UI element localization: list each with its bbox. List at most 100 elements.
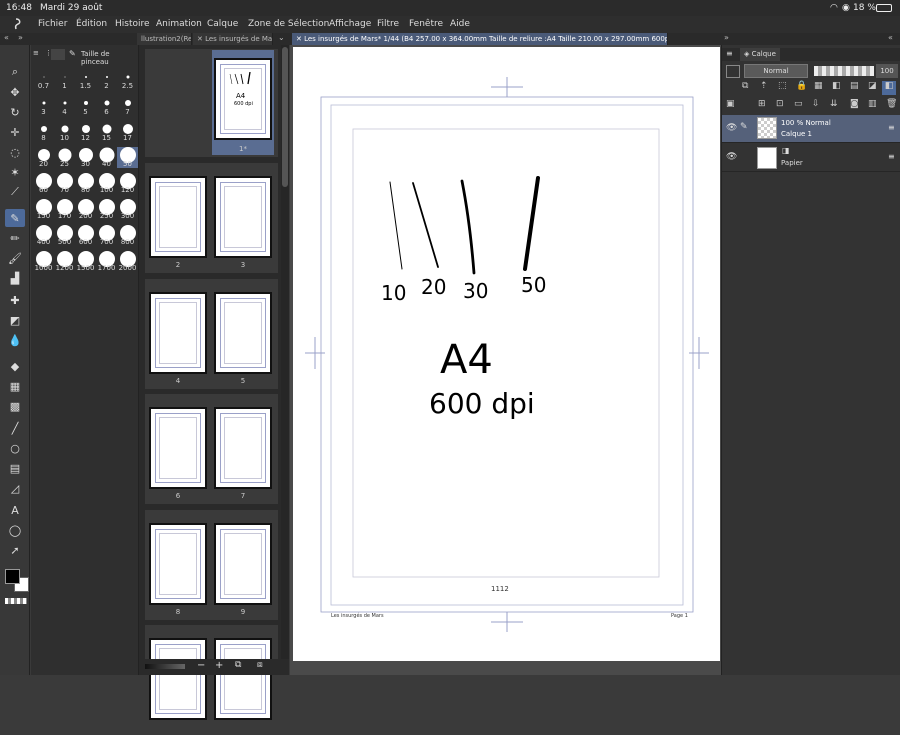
visibility-eye-icon[interactable]: 👁 (726, 123, 737, 133)
panel-menu-icon[interactable]: ≡ (33, 49, 39, 57)
combine-down-icon[interactable]: ⇊ (830, 99, 838, 109)
lock-icon[interactable]: 🔒 (796, 81, 807, 91)
page-thumb[interactable] (214, 176, 272, 258)
tab-illustration[interactable]: llustration2(Re (137, 33, 192, 45)
layer-row-calque1[interactable]: 👁 ✎ 100 % Normal Calque 1 ≡ (722, 115, 900, 143)
menu-selection[interactable]: Zone de Sélection (248, 19, 329, 29)
brush-size-option[interactable]: 400 (33, 225, 54, 246)
menu-filtre[interactable]: Filtre (377, 19, 399, 29)
brush-size-option[interactable]: 20 (33, 147, 54, 168)
brush-size-option[interactable]: 50 (117, 147, 138, 168)
brush-size-option[interactable]: 100 (96, 173, 117, 194)
menu-affichage[interactable]: Affichage (329, 19, 371, 29)
page-thumb-selected[interactable]: A4 600 dpi 1* (212, 50, 274, 155)
menu-aide[interactable]: Aide (450, 19, 470, 29)
menu-histoire[interactable]: Histoire (115, 19, 150, 29)
brush-size-option[interactable]: 17 (117, 121, 138, 142)
transfer-down-icon[interactable]: ⇩ (812, 99, 820, 109)
brush-size-option[interactable]: 80 (75, 173, 96, 194)
tab-active-document[interactable]: ✕ Les insurgés de Mars* 1/44 (B4 257.00 … (292, 33, 668, 45)
line-tool-icon[interactable]: ╱ (5, 419, 25, 437)
page-thumb[interactable] (214, 638, 272, 720)
blend-tool-icon[interactable]: 💧 (5, 331, 25, 349)
brush-tool-icon[interactable]: 🖌 (5, 249, 25, 267)
brush-size-option[interactable]: 250 (96, 199, 117, 220)
ruler-range-icon[interactable]: ▤ (850, 81, 859, 91)
page-thumb[interactable] (214, 292, 272, 374)
pattern-tool-icon[interactable]: ▩ (5, 397, 25, 415)
mask-toggle-icon[interactable] (726, 65, 740, 78)
app-logo-icon[interactable] (10, 18, 22, 30)
gradient-tool-icon[interactable]: ▦ (5, 377, 25, 395)
opacity-slider[interactable] (814, 66, 874, 76)
brush-size-option[interactable]: 1 (54, 69, 75, 90)
fill-tool-icon[interactable]: ◆ (5, 357, 25, 375)
spread-view-icon[interactable]: ⧉ (235, 660, 241, 670)
ruler-tool-icon[interactable]: ◿ (5, 479, 25, 497)
brush-size-option[interactable]: 15 (96, 121, 117, 142)
airbrush-tool-icon[interactable]: ▟ (5, 269, 25, 287)
brush-size-option[interactable]: 1700 (96, 251, 117, 272)
page-thumb[interactable] (149, 292, 207, 374)
reference-icon[interactable]: ⇡ (760, 81, 768, 91)
object-tool-icon[interactable]: ➚ (5, 541, 25, 559)
brush-size-option[interactable]: 500 (54, 225, 75, 246)
brush-size-option[interactable]: 6 (96, 95, 117, 116)
main-color-swatch[interactable] (5, 569, 20, 584)
shape-tool-icon[interactable]: ○ (5, 439, 25, 457)
brush-size-option[interactable]: 2 (96, 69, 117, 90)
brush-size-option[interactable]: 1200 (54, 251, 75, 272)
brush-size-option[interactable]: 60 (33, 173, 54, 194)
brush-size-option[interactable]: 200 (75, 199, 96, 220)
brush-size-option[interactable]: 0.7 (33, 69, 54, 90)
page-thumb[interactable] (214, 523, 272, 605)
brush-tab-icon[interactable]: ✎ (69, 49, 76, 58)
layer-mask-icon[interactable]: ◙ (850, 99, 859, 109)
scroll-thumb[interactable] (282, 47, 288, 187)
layer-menu-icon-paper[interactable]: ≡ (888, 152, 895, 161)
layer-panel-view-icon[interactable]: ▣ (726, 99, 735, 109)
brush-size-option[interactable]: 5 (75, 95, 96, 116)
brush-size-option[interactable]: 8 (33, 121, 54, 142)
collapse-left-icon[interactable]: « (4, 33, 9, 42)
blend-mode-select[interactable]: Normal (744, 64, 808, 78)
magic-wand-tool-icon[interactable]: ✶ (5, 163, 25, 181)
lasso-tool-icon[interactable]: ◌ (5, 143, 25, 161)
brush-size-option[interactable]: 12 (75, 121, 96, 142)
tool-property-tab[interactable] (51, 49, 65, 60)
tab-menu-icon[interactable]: ⌄ (278, 33, 285, 42)
zoom-in-icon[interactable]: + (215, 660, 223, 671)
clip-icon[interactable]: ⧉ (742, 81, 748, 91)
brush-size-option[interactable]: 600 (75, 225, 96, 246)
brush-size-option[interactable]: 3 (33, 95, 54, 116)
lock-alpha-icon[interactable]: ▦ (814, 81, 823, 91)
brush-size-option[interactable]: 1500 (75, 251, 96, 272)
rotate-tool-icon[interactable]: ↻ (5, 103, 25, 121)
brush-size-option[interactable]: 7 (117, 95, 138, 116)
pen-tool-icon[interactable]: ✎ (5, 209, 25, 227)
tab-close-icon-active[interactable]: ✕ (296, 35, 304, 43)
brush-size-option[interactable]: 1000 (33, 251, 54, 272)
layer-row-papier[interactable]: 👁 ◨ Papier ≡ (722, 144, 900, 172)
menu-fichier[interactable]: Fichier (38, 19, 67, 29)
new-vector-layer-icon[interactable]: ⊡ (776, 99, 784, 109)
brush-size-option[interactable]: 30 (75, 147, 96, 168)
brush-size-option[interactable]: 10 (54, 121, 75, 142)
brush-size-option[interactable]: 25 (54, 147, 75, 168)
new-folder-icon[interactable]: ▭ (794, 99, 803, 109)
brush-size-option[interactable]: 70 (54, 173, 75, 194)
brush-size-option[interactable]: 800 (117, 225, 138, 246)
brush-size-option[interactable]: 40 (96, 147, 117, 168)
layer-color-icon[interactable]: ◪ (868, 81, 877, 91)
zoom-slider[interactable] (145, 664, 185, 669)
layer-menu-icon[interactable]: ≡ (888, 123, 895, 132)
menu-edition[interactable]: Édition (76, 19, 107, 29)
page-thumb[interactable] (149, 523, 207, 605)
panel-menu-icon-right[interactable]: ≡ (726, 49, 733, 58)
move-layer-tool-icon[interactable]: ✛ (5, 123, 25, 141)
layer-color-active-icon[interactable]: ◧ (882, 81, 896, 95)
collapse-layers-icon[interactable]: » (724, 33, 729, 42)
mask-enable-icon[interactable]: ◧ (832, 81, 841, 91)
brush-size-option[interactable]: 2.5 (117, 69, 138, 90)
decoration-tool-icon[interactable]: ✚ (5, 291, 25, 309)
